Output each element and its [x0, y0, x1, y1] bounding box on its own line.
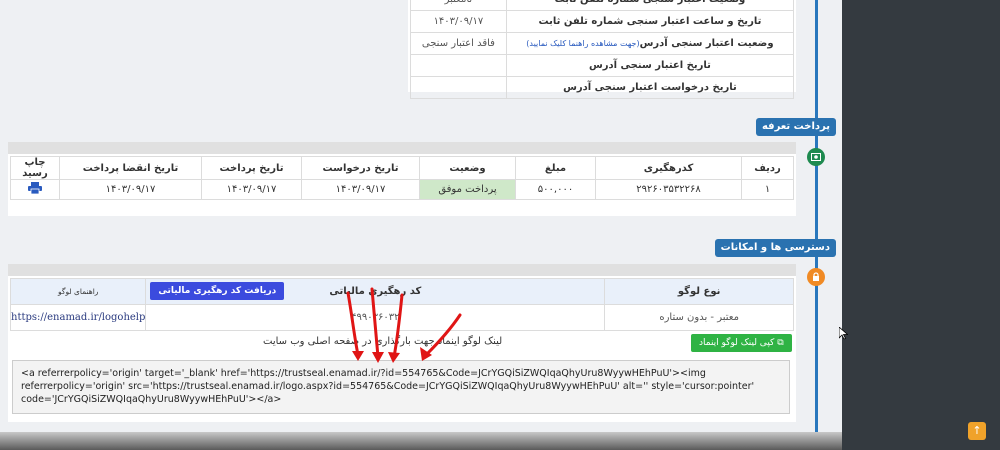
card-header: [8, 264, 796, 276]
arrowhead-icon: [352, 351, 364, 361]
money-icon: [807, 148, 825, 166]
arrowhead-icon: [388, 352, 400, 363]
logo-type-header: نوع لوگو: [604, 278, 794, 305]
scroll-top-button[interactable]: ↑: [968, 422, 986, 440]
logo-help-link[interactable]: https://enamad.ir/logohelp: [9, 304, 147, 331]
copy-icon: ⧉: [777, 338, 784, 348]
col-header: تاریخ پرداخت: [201, 156, 302, 180]
table-row: وضعیت اعتبار سنجی شماره تلفن ثابت نامعتب…: [410, 0, 795, 11]
info-label: تاریخ اعتبار سنجی آدرس: [505, 54, 795, 77]
info-table: وضعیت اعتبار سنجی شماره تلفن ثابت نامعتب…: [410, 0, 795, 99]
bottom-shadow-bar: [0, 432, 842, 450]
help-link[interactable]: (جهت مشاهده راهنما کلیک نمایید): [526, 39, 639, 48]
payment-card: ردیف کدرهگیری مبلغ وضعیت تاریخ درخواست ت…: [8, 142, 796, 216]
table-row: تاریخ اعتبار سنجی آدرس: [410, 54, 795, 77]
col-header: مبلغ: [515, 156, 596, 180]
info-value: [410, 54, 507, 77]
info-label: تاریخ و ساعت اعتبار سنجی شماره تلفن ثابت: [505, 10, 795, 33]
cell-expiry-date: ۱۴۰۳/۰۹/۱۷: [59, 179, 202, 200]
col-header: تاریخ انقضا پرداخت: [59, 156, 202, 180]
info-value: [410, 76, 507, 99]
annotation-arrows: [346, 287, 462, 363]
copy-logo-link-button[interactable]: ⧉ کپی لینک لوگو اینماد: [691, 334, 792, 352]
card-header: [8, 142, 796, 154]
info-label: وضعیت اعتبار سنجی آدرس: [639, 38, 774, 49]
logo-type-value: معتبر - بدون ستاره: [604, 304, 794, 331]
col-header: کدرهگیری: [595, 156, 742, 180]
logo-guide-header: راهنمای لوگو: [9, 278, 147, 305]
col-header: تاریخ درخواست: [301, 156, 420, 180]
print-receipt-cell: [10, 179, 60, 200]
timeline-label-payment: پرداخت تعرفه: [755, 118, 836, 136]
info-label: وضعیت اعتبار سنجی شماره تلفن ثابت: [505, 0, 795, 11]
table-header-row: ردیف کدرهگیری مبلغ وضعیت تاریخ درخواست ت…: [10, 156, 794, 180]
cell-payment-date: ۱۴۰۳/۰۹/۱۷: [201, 179, 302, 200]
arrow-icon: [346, 287, 462, 359]
cell-row-number: ۱: [741, 179, 794, 200]
cell-tracking-code: ۲۹۲۶۰۳۵۳۲۲۶۸: [595, 179, 742, 200]
arrow-up-icon: ↑: [972, 424, 982, 437]
info-label: تاریخ درخواست اعتبار سنجی آدرس: [505, 76, 795, 99]
col-header: چاپ رسید: [10, 156, 60, 180]
info-value: ۱۴۰۳/۰۹/۱۷: [410, 10, 507, 33]
table-row: وضعیت اعتبار سنجی آدرس(جهت مشاهده راهنما…: [410, 32, 795, 55]
table-row: تاریخ و ساعت اعتبار سنجی شماره تلفن ثابت…: [410, 10, 795, 33]
info-value: نامعتبر: [410, 0, 507, 11]
cell-amount: ۵۰۰,۰۰۰: [515, 179, 596, 200]
table-row: ۱ ۲۹۲۶۰۳۵۳۲۲۶۸ ۵۰۰,۰۰۰ پرداخت موفق ۱۴۰۳/…: [10, 179, 794, 200]
info-label-with-link: وضعیت اعتبار سنجی آدرس(جهت مشاهده راهنما…: [505, 32, 795, 55]
arrowhead-icon: [372, 352, 384, 363]
printer-icon[interactable]: [28, 182, 42, 195]
timeline-line: [815, 0, 818, 434]
logo-code-text: <a referrerpolicy='origin' target='_blan…: [21, 368, 755, 405]
lock-icon: [807, 268, 825, 286]
col-header: ردیف: [741, 156, 794, 180]
payment-table: ردیف کدرهگیری مبلغ وضعیت تاریخ درخواست ت…: [10, 156, 794, 200]
mouse-cursor-icon: [839, 327, 848, 340]
logo-code-textarea[interactable]: <a referrerpolicy='origin' target='_blan…: [12, 360, 790, 414]
cell-request-date: ۱۴۰۳/۰۹/۱۷: [301, 179, 420, 200]
timeline-label-access: دسترسی ها و امکانات: [714, 239, 836, 257]
side-panel: [842, 0, 1000, 450]
status-badge: پرداخت موفق: [419, 179, 516, 200]
table-row: تاریخ درخواست اعتبار سنجی آدرس: [410, 76, 795, 99]
col-header: وضعیت: [419, 156, 516, 180]
copy-button-label: کپی لینک لوگو اینماد: [699, 338, 775, 348]
info-card: وضعیت اعتبار سنجی شماره تلفن ثابت نامعتب…: [408, 0, 796, 99]
get-tracking-code-button[interactable]: دریافت کد رهگیری مالیاتی: [150, 282, 285, 300]
info-value: فاقد اعتبار سنجی: [410, 32, 507, 55]
